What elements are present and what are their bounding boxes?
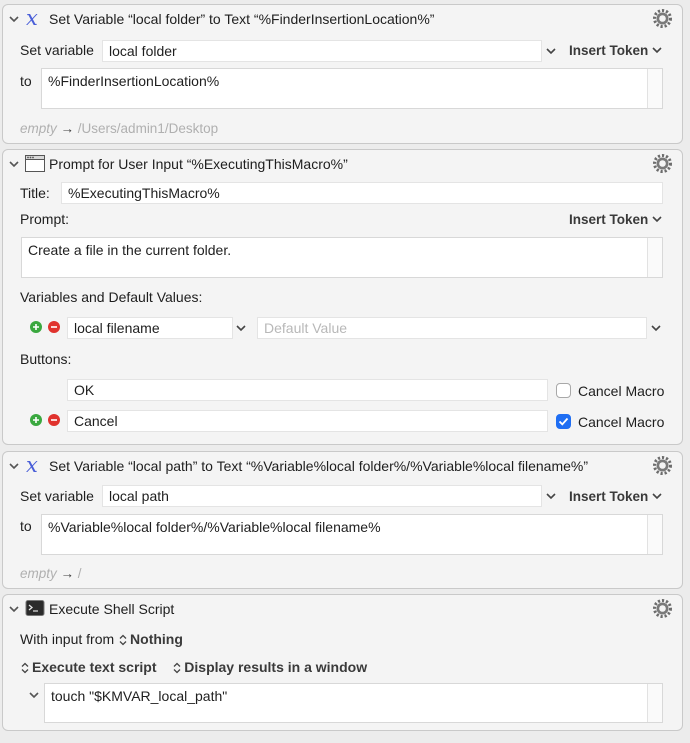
text-value-area[interactable]: %Variable%local folder%/%Variable%local … — [41, 514, 663, 555]
insert-token-button[interactable]: Insert Token — [569, 212, 662, 227]
cancel-macro-label: Cancel Macro — [578, 414, 665, 430]
scrollbar[interactable] — [647, 69, 662, 108]
svg-text:x: x — [26, 455, 38, 476]
output-popup[interactable]: Display results in a window — [184, 659, 367, 675]
preview-line: empty → / — [20, 566, 82, 581]
chevron-down-icon — [652, 493, 662, 500]
chevron-down-icon — [652, 216, 662, 223]
script-options-row: Execute text script Display results in a… — [20, 659, 367, 675]
checkmark-icon — [558, 417, 569, 426]
scrollbar[interactable] — [647, 515, 662, 554]
action-title: Set Variable “local folder” to Text “%Fi… — [49, 11, 435, 27]
gear-icon[interactable] — [652, 598, 673, 619]
action-title: Set Variable “local path” to Text “%Vari… — [49, 458, 588, 474]
disclosure-chevron-icon[interactable] — [8, 603, 20, 615]
add-variable-button[interactable] — [30, 321, 42, 333]
variable-dropdown-chevron-icon[interactable] — [545, 45, 557, 57]
button-cancel-field[interactable]: Cancel — [67, 410, 548, 432]
preview-empty-label: empty — [20, 566, 57, 581]
action-set-variable-local-folder: x Set Variable “local folder” to Text “%… — [2, 4, 683, 144]
prompt-text-area[interactable]: Create a file in the current folder. — [21, 237, 663, 278]
cancel-macro-checkbox-cancel[interactable] — [556, 414, 571, 429]
arrow-right-icon: → — [60, 121, 75, 136]
prompt-label: Prompt: — [20, 211, 70, 227]
variable-x-icon: x — [26, 8, 38, 29]
preview-empty-label: empty — [20, 121, 57, 136]
input-label: With input from — [20, 631, 115, 647]
title-field[interactable]: %ExecutingThisMacro% — [61, 182, 663, 204]
default-value-dropdown-chevron-icon[interactable] — [650, 322, 662, 334]
default-value-field[interactable]: Default Value — [257, 317, 647, 339]
disclosure-chevron-icon[interactable] — [8, 13, 20, 25]
cancel-macro-label: Cancel Macro — [578, 383, 665, 399]
insert-token-label: Insert Token — [569, 489, 649, 504]
terminal-icon — [25, 600, 45, 616]
to-label: to — [20, 73, 32, 89]
svg-text:x: x — [26, 8, 38, 29]
set-variable-label: Set variable — [20, 42, 94, 58]
to-label: to — [20, 518, 32, 534]
set-variable-label: Set variable — [20, 488, 94, 504]
gear-icon[interactable] — [652, 153, 673, 174]
buttons-label: Buttons: — [20, 351, 72, 367]
disclosure-chevron-icon[interactable] — [8, 460, 20, 472]
input-source-row: With input from Nothing — [20, 631, 183, 647]
cancel-macro-checkbox-ok[interactable] — [556, 383, 571, 398]
minus-icon — [51, 326, 57, 328]
script-mode-popup[interactable]: Execute text script — [32, 659, 157, 675]
disclosure-chevron-icon[interactable] — [8, 158, 20, 170]
action-set-variable-local-path: x Set Variable “local path” to Text “%Va… — [2, 451, 683, 589]
updown-chevron-icon[interactable] — [20, 662, 30, 674]
variable-dropdown-chevron-icon[interactable] — [545, 490, 557, 502]
text-value: %FinderInsertionLocation% — [48, 73, 220, 89]
preview-value: / — [77, 566, 82, 581]
action-title: Execute Shell Script — [49, 601, 175, 617]
updown-chevron-icon[interactable] — [118, 634, 128, 646]
gear-icon[interactable] — [652, 8, 673, 29]
insert-token-label: Insert Token — [569, 43, 649, 58]
insert-token-button[interactable]: Insert Token — [569, 43, 662, 58]
variables-label: Variables and Default Values: — [20, 289, 203, 305]
minus-icon — [51, 419, 57, 421]
chevron-down-icon — [652, 47, 662, 54]
script-text-area[interactable]: touch "$KMVAR_local_path" — [44, 683, 663, 723]
variable-name-field[interactable]: local path — [102, 485, 542, 507]
action-execute-shell-script: Execute Shell Script With input from Not… — [2, 594, 683, 731]
scrollbar[interactable] — [647, 238, 662, 277]
arrow-right-icon: → — [60, 566, 75, 581]
action-title: Prompt for User Input “%ExecutingThisMac… — [49, 156, 348, 172]
variable-name-field[interactable]: local folder — [102, 40, 542, 62]
script-text: touch "$KMVAR_local_path" — [51, 688, 228, 704]
action-prompt-for-user-input: Prompt for User Input “%ExecutingThisMac… — [2, 149, 683, 445]
preview-value: /Users/admin1/Desktop — [77, 121, 219, 136]
add-button-button[interactable] — [30, 414, 42, 426]
text-value-area[interactable]: %FinderInsertionLocation% — [41, 68, 663, 109]
insert-token-button[interactable]: Insert Token — [569, 489, 662, 504]
insert-token-label: Insert Token — [569, 212, 649, 227]
gear-icon[interactable] — [652, 455, 673, 476]
input-source-popup[interactable]: Nothing — [130, 631, 183, 647]
text-value: %Variable%local folder%/%Variable%local … — [48, 519, 381, 535]
preview-line: empty → /Users/admin1/Desktop — [20, 121, 218, 136]
plus-icon — [33, 417, 39, 423]
script-disclosure-chevron-icon[interactable] — [28, 689, 40, 701]
scrollbar[interactable] — [647, 684, 662, 722]
variable-name-field[interactable]: local filename — [67, 317, 233, 339]
prompt-text: Create a file in the current folder. — [28, 242, 232, 258]
remove-variable-button[interactable] — [48, 321, 60, 333]
plus-icon — [33, 324, 39, 330]
title-label: Title: — [20, 185, 50, 201]
remove-button-button[interactable] — [48, 414, 60, 426]
window-icon — [25, 155, 45, 172]
button-ok-field[interactable]: OK — [67, 379, 548, 401]
updown-chevron-icon[interactable] — [172, 662, 182, 674]
variable-x-icon: x — [26, 455, 38, 476]
variable-dropdown-chevron-icon[interactable] — [235, 322, 247, 334]
